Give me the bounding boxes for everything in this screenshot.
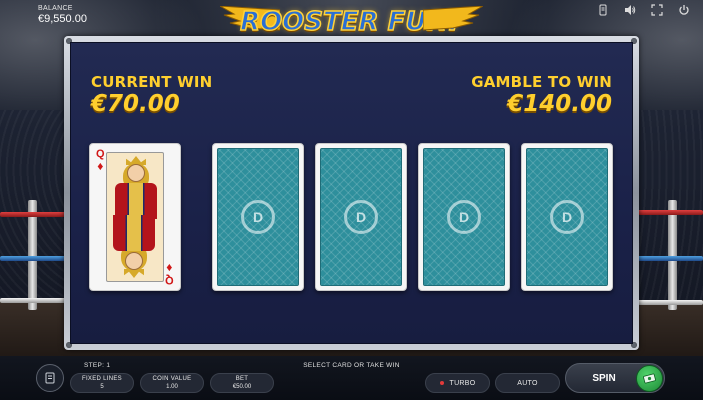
balance-value: €9,550.00: [38, 13, 87, 25]
gamble-panel: CURRENT WIN €70.00 GAMBLE TO WIN €140.00…: [70, 42, 633, 344]
diamond-suit-icon: ♦: [97, 159, 104, 173]
collect-money-icon: [643, 373, 656, 384]
card-back-logo-icon: D: [447, 200, 481, 234]
rope-red-right: [637, 210, 703, 215]
gamble-to-win-label: GAMBLE TO WIN: [471, 73, 612, 91]
take-win-button[interactable]: [636, 365, 663, 392]
fixed-lines-label: FIXED LINES: [82, 376, 122, 382]
current-win-label: CURRENT WIN: [91, 73, 213, 91]
card-back-logo-icon: D: [241, 200, 275, 234]
turbo-label: TURBO: [449, 379, 476, 387]
bet-selector[interactable]: BET €50.00: [210, 373, 274, 393]
auto-button[interactable]: AUTO: [495, 373, 560, 393]
card-back-logo-icon: D: [344, 200, 378, 234]
gamble-to-win-value: €140.00: [507, 91, 612, 117]
rope-white-right: [637, 300, 703, 305]
turbo-status-dot: [439, 381, 444, 385]
sound-icon[interactable]: [623, 3, 637, 17]
current-win-value: €70.00: [91, 91, 180, 117]
top-controls: [596, 3, 691, 17]
card-back-logo-icon: D: [550, 200, 584, 234]
fixed-lines-display: FIXED LINES 5: [70, 373, 134, 393]
ring-post-right: [668, 200, 677, 310]
info-icon[interactable]: [596, 3, 610, 17]
gamble-to-win-block: GAMBLE TO WIN €140.00: [471, 73, 612, 117]
rope-white-left: [0, 298, 66, 303]
rope-blue-right: [637, 256, 703, 261]
logo-wing-right-icon: [423, 6, 483, 31]
face-down-card-1[interactable]: D: [212, 143, 304, 291]
coin-value-selector[interactable]: COIN VALUE 1.00: [140, 373, 204, 393]
face-down-card-3[interactable]: D: [418, 143, 510, 291]
auto-label: AUTO: [517, 379, 538, 387]
power-icon[interactable]: [677, 3, 691, 17]
queen-portrait: [106, 152, 164, 282]
card-corner-bottom: Q ♦: [165, 261, 174, 286]
bet-value: €50.00: [232, 384, 252, 390]
bet-label: BET: [235, 376, 249, 382]
diamond-suit-icon: ♦: [166, 261, 173, 275]
face-down-card-2[interactable]: D: [315, 143, 407, 291]
spin-label: SPIN: [592, 372, 616, 384]
card-corner-top: Q ♦: [96, 149, 105, 173]
current-win-block: CURRENT WIN €70.00: [91, 73, 212, 117]
fixed-lines-value: 5: [100, 384, 104, 390]
rope-red-left: [0, 212, 66, 217]
coin-value-value: 1.00: [166, 384, 178, 390]
dealer-card: Q ♦ Q ♦: [89, 143, 181, 291]
gamble-panel-frame: CURRENT WIN €70.00 GAMBLE TO WIN €140.00…: [64, 36, 639, 350]
fullscreen-icon[interactable]: [650, 3, 664, 17]
rope-blue-left: [0, 256, 66, 261]
paytable-icon: [45, 372, 55, 384]
face-down-card-4[interactable]: D: [521, 143, 613, 291]
card-rank: Q: [165, 274, 174, 286]
turbo-toggle[interactable]: TURBO: [425, 373, 490, 393]
balance-label: BALANCE: [38, 5, 73, 12]
coin-value-label: COIN VALUE: [152, 376, 192, 382]
balance-display: BALANCE €9,550.00: [38, 5, 87, 25]
